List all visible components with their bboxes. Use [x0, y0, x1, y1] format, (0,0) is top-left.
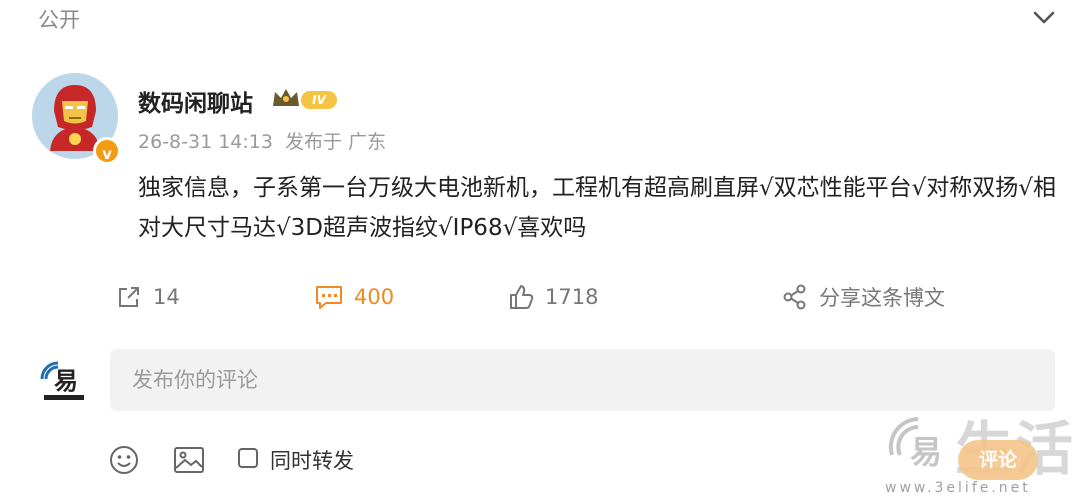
level-badge-icon: IV [271, 86, 339, 112]
visibility-label[interactable]: 公开 [38, 4, 80, 34]
post-meta: 26-8-31 14:13 发布于 广东 [138, 127, 386, 154]
like-icon [510, 285, 534, 309]
chevron-down-icon[interactable] [1030, 6, 1058, 30]
repost-checkbox[interactable] [238, 448, 258, 468]
svg-text:易: 易 [910, 433, 942, 471]
current-user-avatar: 易 [40, 355, 88, 403]
share-icon [783, 284, 806, 310]
share-label: 分享这条博文 [819, 286, 945, 310]
svg-text:易: 易 [54, 367, 78, 395]
comment-count: 400 [354, 285, 395, 309]
comment-button[interactable]: 400 [314, 282, 394, 312]
author-name[interactable]: 数码闲聊站 [138, 84, 253, 118]
image-upload-icon[interactable] [172, 444, 206, 476]
repost-button[interactable]: 14 [115, 282, 180, 312]
like-count: 1718 [545, 285, 599, 309]
repost-checkbox-label[interactable]: 同时转发 [270, 445, 354, 475]
verified-badge: v [93, 137, 121, 165]
share-button[interactable]: 分享这条博文 [781, 282, 945, 312]
watermark-url: www.3elife.net [885, 480, 1031, 496]
comment-input[interactable]: 发布你的评论 [110, 349, 1055, 411]
comment-submit-button[interactable]: 评论 [958, 440, 1038, 480]
like-button[interactable]: 1718 [507, 282, 598, 312]
comment-icon [316, 286, 342, 309]
post-location: 发布于 广东 [285, 131, 387, 153]
post-timestamp: 26-8-31 14:13 [138, 131, 273, 153]
level-badge-text: IV [312, 93, 327, 107]
post-text: 独家信息，子系第一台万级大电池新机，工程机有超高刷直屏√双芯性能平台√对称双扬√… [138, 175, 1056, 241]
emoji-icon[interactable] [108, 444, 140, 476]
watermark-logo-icon: 易 [888, 415, 950, 477]
repost-count: 14 [153, 285, 180, 309]
repost-icon [119, 287, 139, 307]
